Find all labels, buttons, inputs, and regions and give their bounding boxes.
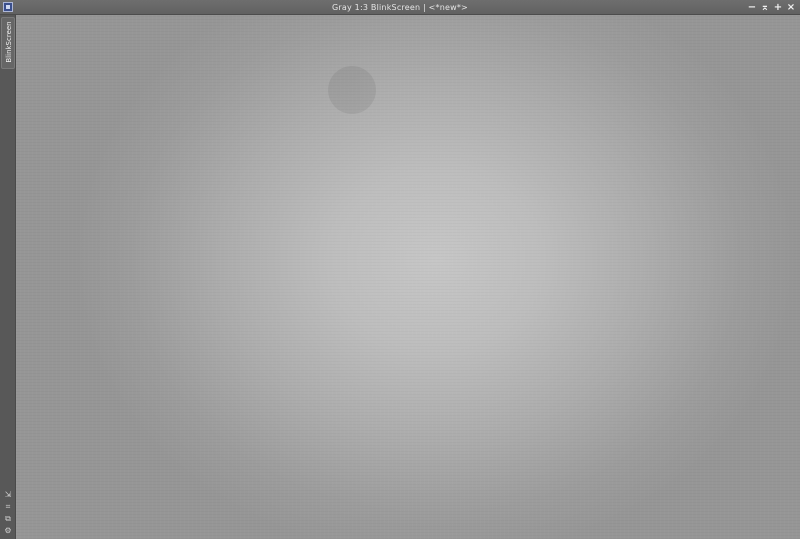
dust-spot [328,66,376,114]
blinkscreen-tab-label: BlinkScreen [5,21,13,63]
fit-icon[interactable]: ⌗ [4,502,13,511]
sidebar-tools: ⇲ ⌗ ⧉ ⚙ [2,490,14,535]
view-sidebar: BlinkScreen ⇲ ⌗ ⧉ ⚙ [0,15,16,539]
image-canvas[interactable] [16,15,800,539]
zoom-icon[interactable]: ⇲ [4,490,13,499]
title-bar[interactable]: Gray 1:3 BlinkScreen | <*new*> − ⌅ + × [0,0,800,15]
window-title: Gray 1:3 BlinkScreen | <*new*> [332,3,468,12]
close-button[interactable]: × [786,2,796,14]
blinkscreen-tab[interactable]: BlinkScreen [1,17,15,69]
image-noise [16,15,800,539]
minimize-button[interactable]: − [747,2,757,14]
image-window: Gray 1:3 BlinkScreen | <*new*> − ⌅ + × B… [0,0,800,539]
window-controls: − ⌅ + × [747,0,796,15]
shade-button[interactable]: ⌅ [760,2,770,14]
copy-icon[interactable]: ⧉ [4,514,13,523]
settings-icon[interactable]: ⚙ [4,526,13,535]
maximize-button[interactable]: + [773,2,783,14]
